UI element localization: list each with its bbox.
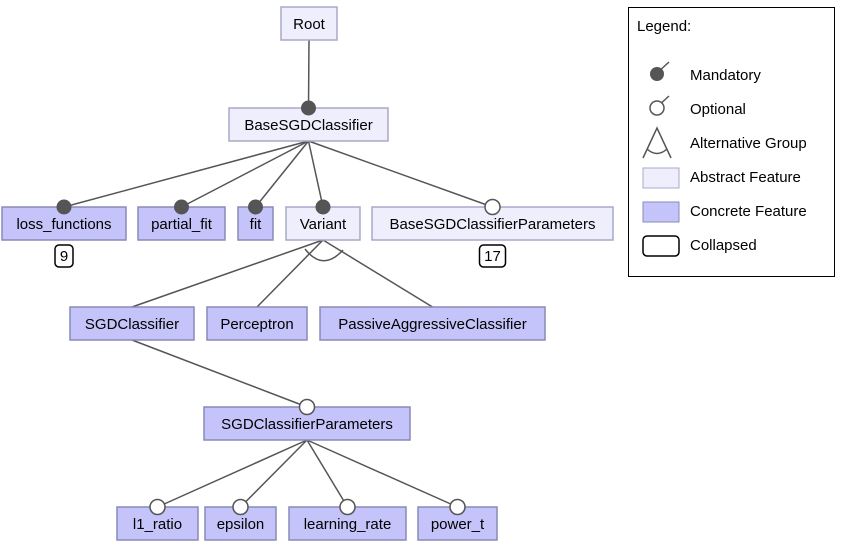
alternative-group-arc bbox=[304, 248, 344, 262]
legend-concrete: Concrete Feature bbox=[690, 203, 807, 220]
edge-variant-sgd bbox=[131, 239, 324, 308]
edge-variant-perc bbox=[256, 239, 324, 308]
legend: Legend: Mandatory Optional Alternative G… bbox=[628, 7, 835, 277]
optional-icon bbox=[149, 498, 166, 516]
feature-sgd[interactable]: SGDClassifier bbox=[69, 306, 195, 341]
feature-pac[interactable]: PassiveAggressiveClassifier bbox=[319, 306, 546, 341]
optional-icon bbox=[649, 95, 670, 116]
feature-perc[interactable]: Perceptron bbox=[206, 306, 308, 341]
collapsed-badge[interactable]: 9 bbox=[54, 244, 74, 268]
mandatory-icon bbox=[650, 61, 670, 81]
legend-optional: Optional bbox=[690, 101, 746, 118]
feature-label: BaseSGDClassifier bbox=[244, 117, 372, 134]
mandatory-icon bbox=[315, 199, 331, 215]
collapsed-count: 9 bbox=[60, 248, 68, 265]
legend-alternative: Alternative Group bbox=[690, 135, 807, 152]
edge-root-base bbox=[307, 39, 310, 109]
feature-label: l1_ratio bbox=[133, 516, 182, 533]
optional-icon bbox=[484, 198, 501, 216]
edge-variant-pac bbox=[322, 239, 433, 308]
legend-collapsed: Collapsed bbox=[690, 237, 757, 254]
edge-sgdparams-l1 bbox=[157, 439, 308, 508]
edge-base-loss bbox=[63, 140, 309, 208]
feature-label: loss_functions bbox=[16, 216, 111, 233]
feature-root[interactable]: Root bbox=[280, 6, 338, 41]
feature-label: Root bbox=[293, 16, 326, 33]
concrete-feature-swatch bbox=[642, 201, 680, 223]
edge-sgdparams-lr bbox=[306, 439, 349, 508]
feature-label: learning_rate bbox=[304, 516, 392, 533]
collapsed-count: 17 bbox=[484, 248, 501, 265]
mandatory-icon bbox=[174, 199, 189, 215]
feature-label: Perceptron bbox=[220, 316, 293, 333]
optional-icon bbox=[339, 498, 356, 516]
feature-label: partial_fit bbox=[151, 216, 213, 233]
abstract-feature-swatch bbox=[642, 167, 680, 189]
mandatory-icon bbox=[56, 199, 72, 215]
mandatory-icon bbox=[248, 199, 263, 215]
feature-model-diagram: Root BaseSGDClassifier loss_functions 9 part… bbox=[0, 0, 841, 546]
edge-base-partial bbox=[181, 140, 309, 208]
edge-sgdparams-eps bbox=[239, 439, 308, 508]
optional-icon bbox=[298, 398, 316, 416]
optional-icon bbox=[232, 498, 249, 516]
legend-abstract: Abstract Feature bbox=[690, 169, 801, 186]
edge-base-baseparams bbox=[308, 140, 493, 208]
edge-sgdparams-pt bbox=[306, 439, 458, 508]
feature-label: SGDClassifier bbox=[85, 316, 179, 333]
feature-label: PassiveAggressiveClassifier bbox=[338, 316, 526, 333]
legend-mandatory: Mandatory bbox=[690, 67, 761, 84]
edge-sgd-sgdparams bbox=[131, 339, 308, 408]
feature-label: SGDClassifierParameters bbox=[221, 416, 393, 433]
edge-base-fit bbox=[254, 140, 310, 208]
mandatory-icon bbox=[301, 100, 316, 116]
legend-symbols bbox=[642, 61, 680, 257]
feature-label: fit bbox=[250, 216, 263, 233]
collapsed-badge[interactable]: 17 bbox=[478, 244, 507, 268]
feature-label: BaseSGDClassifierParameters bbox=[390, 216, 596, 233]
feature-label: epsilon bbox=[217, 516, 265, 533]
collapsed-swatch bbox=[642, 235, 680, 257]
feature-label: Variant bbox=[300, 216, 347, 233]
feature-label: power_t bbox=[431, 516, 485, 533]
edge-base-variant bbox=[307, 140, 324, 208]
alternative-group-icon bbox=[642, 126, 672, 159]
optional-icon bbox=[449, 498, 466, 516]
